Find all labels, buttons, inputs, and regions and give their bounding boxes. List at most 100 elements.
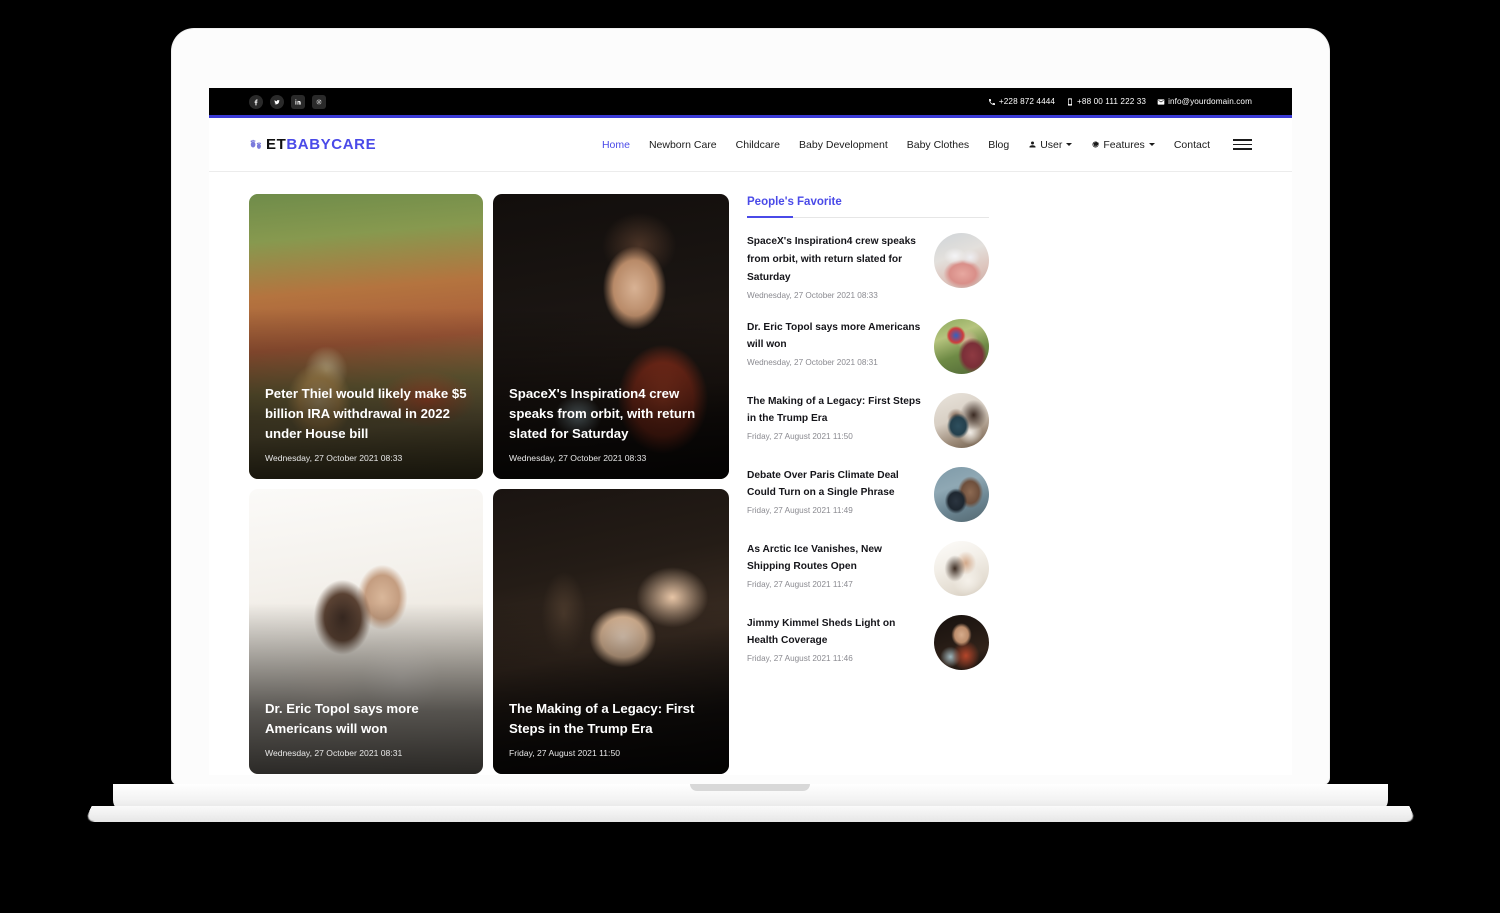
laptop-notch — [690, 784, 810, 791]
site-header: ETBABYCARE Home Newborn Care Childcare B… — [209, 118, 1292, 172]
list-item-title: SpaceX's Inspiration4 crew speaks from o… — [747, 236, 916, 283]
laptop-mockup: +228 872 4444 +88 00 111 222 33 info@you… — [0, 0, 1500, 913]
social-links — [249, 94, 326, 109]
logo-text-babycare: BABYCARE — [286, 136, 377, 153]
list-item-thumbnail — [934, 392, 989, 448]
site-logo[interactable]: ETBABYCARE — [249, 136, 376, 153]
user-icon — [1029, 141, 1036, 148]
chevron-down-icon — [1066, 143, 1073, 146]
list-item[interactable]: Debate Over Paris Climate Deal Could Tur… — [747, 466, 989, 522]
nav-item-baby-clothes[interactable]: Baby Clothes — [907, 139, 969, 151]
nav-label-home: Home — [601, 138, 630, 151]
phone-contact[interactable]: +228 872 4444 — [988, 97, 1055, 106]
nav-label-newborn-care: Newborn Care — [648, 138, 717, 151]
nav-label-childcare: Childcare — [735, 138, 781, 151]
nav-label-user: User — [1040, 138, 1063, 151]
list-item-date: Friday, 27 August 2021 11:47 — [747, 580, 853, 590]
hamburger-bar — [1233, 148, 1252, 150]
twitter-icon[interactable] — [270, 94, 284, 109]
list-item-title: Debate Over Paris Climate Deal Could Tur… — [747, 469, 899, 499]
article-title: SpaceX's Inspiration4 crew speaks from o… — [509, 385, 696, 441]
hamburger-bar — [1233, 139, 1252, 141]
list-item-date: Wednesday, 27 October 2021 08:33 — [747, 290, 878, 300]
hamburger-bar — [1233, 143, 1252, 146]
list-item[interactable]: The Making of a Legacy: First Steps in t… — [747, 392, 989, 448]
nav-label-baby-development: Baby Development — [799, 138, 888, 151]
article-caption: SpaceX's Inspiration4 crew speaks from o… — [493, 384, 729, 479]
list-item-title: Dr. Eric Topol says more Americans will … — [747, 321, 921, 351]
nav-label-blog: Blog — [988, 138, 1010, 151]
list-item-title: The Making of a Legacy: First Steps in t… — [747, 395, 921, 425]
nav-item-newborn-care[interactable]: Newborn Care — [649, 139, 717, 151]
nav-item-blog[interactable]: Blog — [988, 139, 1009, 151]
article-caption: Peter Thiel would likely make $5 billion… — [249, 384, 483, 479]
list-item-title: Jimmy Kimmel Sheds Light on Health Cover… — [747, 617, 896, 647]
list-item-thumbnail — [934, 318, 989, 374]
phone-number: +228 872 4444 — [998, 97, 1056, 106]
nav-label-contact: Contact — [1173, 138, 1210, 151]
nav-item-home[interactable]: Home — [602, 139, 630, 151]
nav-item-childcare[interactable]: Childcare — [736, 139, 780, 151]
logo-text: ETBABYCARE — [266, 136, 376, 153]
article-title: The Making of a Legacy: First Steps in t… — [509, 700, 695, 736]
logo-text-et: ET — [266, 136, 287, 153]
list-item-thumbnail — [934, 540, 989, 596]
list-item-date: Friday, 27 August 2021 11:46 — [747, 654, 853, 664]
phone-icon — [988, 98, 995, 105]
featured-card[interactable]: SpaceX's Inspiration4 crew speaks from o… — [493, 194, 729, 479]
featured-card[interactable]: The Making of a Legacy: First Steps in t… — [493, 489, 729, 774]
nav-item-user[interactable]: User — [1028, 138, 1073, 151]
list-item[interactable]: Dr. Eric Topol says more Americans will … — [747, 318, 989, 374]
list-item-body: Debate Over Paris Climate Deal Could Tur… — [747, 467, 922, 516]
list-item[interactable]: Jimmy Kimmel Sheds Light on Health Cover… — [747, 614, 989, 670]
nav-item-baby-development[interactable]: Baby Development — [799, 139, 888, 151]
mobile-icon — [1068, 97, 1073, 106]
nav-item-features[interactable]: Features — [1091, 138, 1155, 151]
article-caption: Dr. Eric Topol says more Americans will … — [249, 699, 483, 774]
list-item-thumbnail — [934, 233, 989, 288]
nav-item-contact[interactable]: Contact — [1174, 139, 1210, 151]
page-body: Peter Thiel would likely make $5 billion… — [209, 172, 1292, 774]
linkedin-icon[interactable] — [291, 94, 305, 109]
list-item-body: As Arctic Ice Vanishes, New Shipping Rou… — [747, 541, 922, 590]
list-item-date: Wednesday, 27 October 2021 08:31 — [747, 358, 878, 368]
sidebar-heading: People's Favorite — [747, 196, 842, 208]
list-item-thumbnail — [934, 466, 989, 522]
list-item-body: Jimmy Kimmel Sheds Light on Health Cover… — [747, 615, 922, 664]
article-title: Peter Thiel would likely make $5 billion… — [265, 385, 467, 441]
mobile-contact[interactable]: +88 00 111 222 33 — [1066, 97, 1146, 106]
list-item-title: As Arctic Ice Vanishes, New Shipping Rou… — [747, 543, 882, 573]
facebook-icon[interactable] — [249, 94, 263, 109]
featured-card[interactable]: Peter Thiel would likely make $5 billion… — [249, 194, 483, 479]
article-date: Wednesday, 27 October 2021 08:31 — [265, 748, 403, 758]
list-item-thumbnail — [934, 614, 989, 670]
instagram-icon[interactable] — [312, 94, 326, 109]
featured-articles-grid: Peter Thiel would likely make $5 billion… — [249, 194, 729, 774]
main-navigation: Home Newborn Care Childcare Baby Develop… — [602, 139, 1252, 151]
contact-info-group: +228 872 4444 +88 00 111 222 33 info@you… — [988, 97, 1252, 106]
list-item[interactable]: SpaceX's Inspiration4 crew speaks from o… — [747, 233, 989, 300]
article-date: Friday, 27 August 2021 11:50 — [509, 748, 620, 758]
top-utility-bar: +228 872 4444 +88 00 111 222 33 info@you… — [209, 88, 1292, 115]
nav-label-baby-clothes: Baby Clothes — [906, 138, 970, 151]
gear-icon — [1092, 141, 1100, 148]
hamburger-menu-icon[interactable] — [1233, 139, 1252, 150]
mobile-number: +88 00 111 222 33 — [1077, 97, 1147, 106]
article-title: Dr. Eric Topol says more Americans will … — [265, 700, 419, 736]
baby-feet-icon — [250, 139, 262, 149]
list-item-date: Friday, 27 August 2021 11:49 — [747, 506, 853, 516]
list-item-body: The Making of a Legacy: First Steps in t… — [747, 393, 922, 442]
list-item[interactable]: As Arctic Ice Vanishes, New Shipping Rou… — [747, 540, 989, 596]
article-date: Wednesday, 27 October 2021 08:33 — [265, 453, 403, 463]
email-contact[interactable]: info@yourdomain.com — [1157, 97, 1252, 106]
chevron-down-icon — [1148, 143, 1155, 146]
article-caption: The Making of a Legacy: First Steps in t… — [493, 699, 729, 774]
list-item-body: SpaceX's Inspiration4 crew speaks from o… — [747, 233, 922, 300]
nav-label-features: Features — [1103, 138, 1145, 151]
laptop-base-lip — [84, 806, 1417, 822]
list-item-body: Dr. Eric Topol says more Americans will … — [747, 319, 922, 368]
peoples-favorite-sidebar: People's Favorite SpaceX's Inspiration4 … — [747, 194, 989, 774]
featured-card[interactable]: Dr. Eric Topol says more Americans will … — [249, 489, 483, 774]
envelope-icon — [1157, 98, 1165, 105]
browser-viewport: +228 872 4444 +88 00 111 222 33 info@you… — [209, 88, 1292, 775]
